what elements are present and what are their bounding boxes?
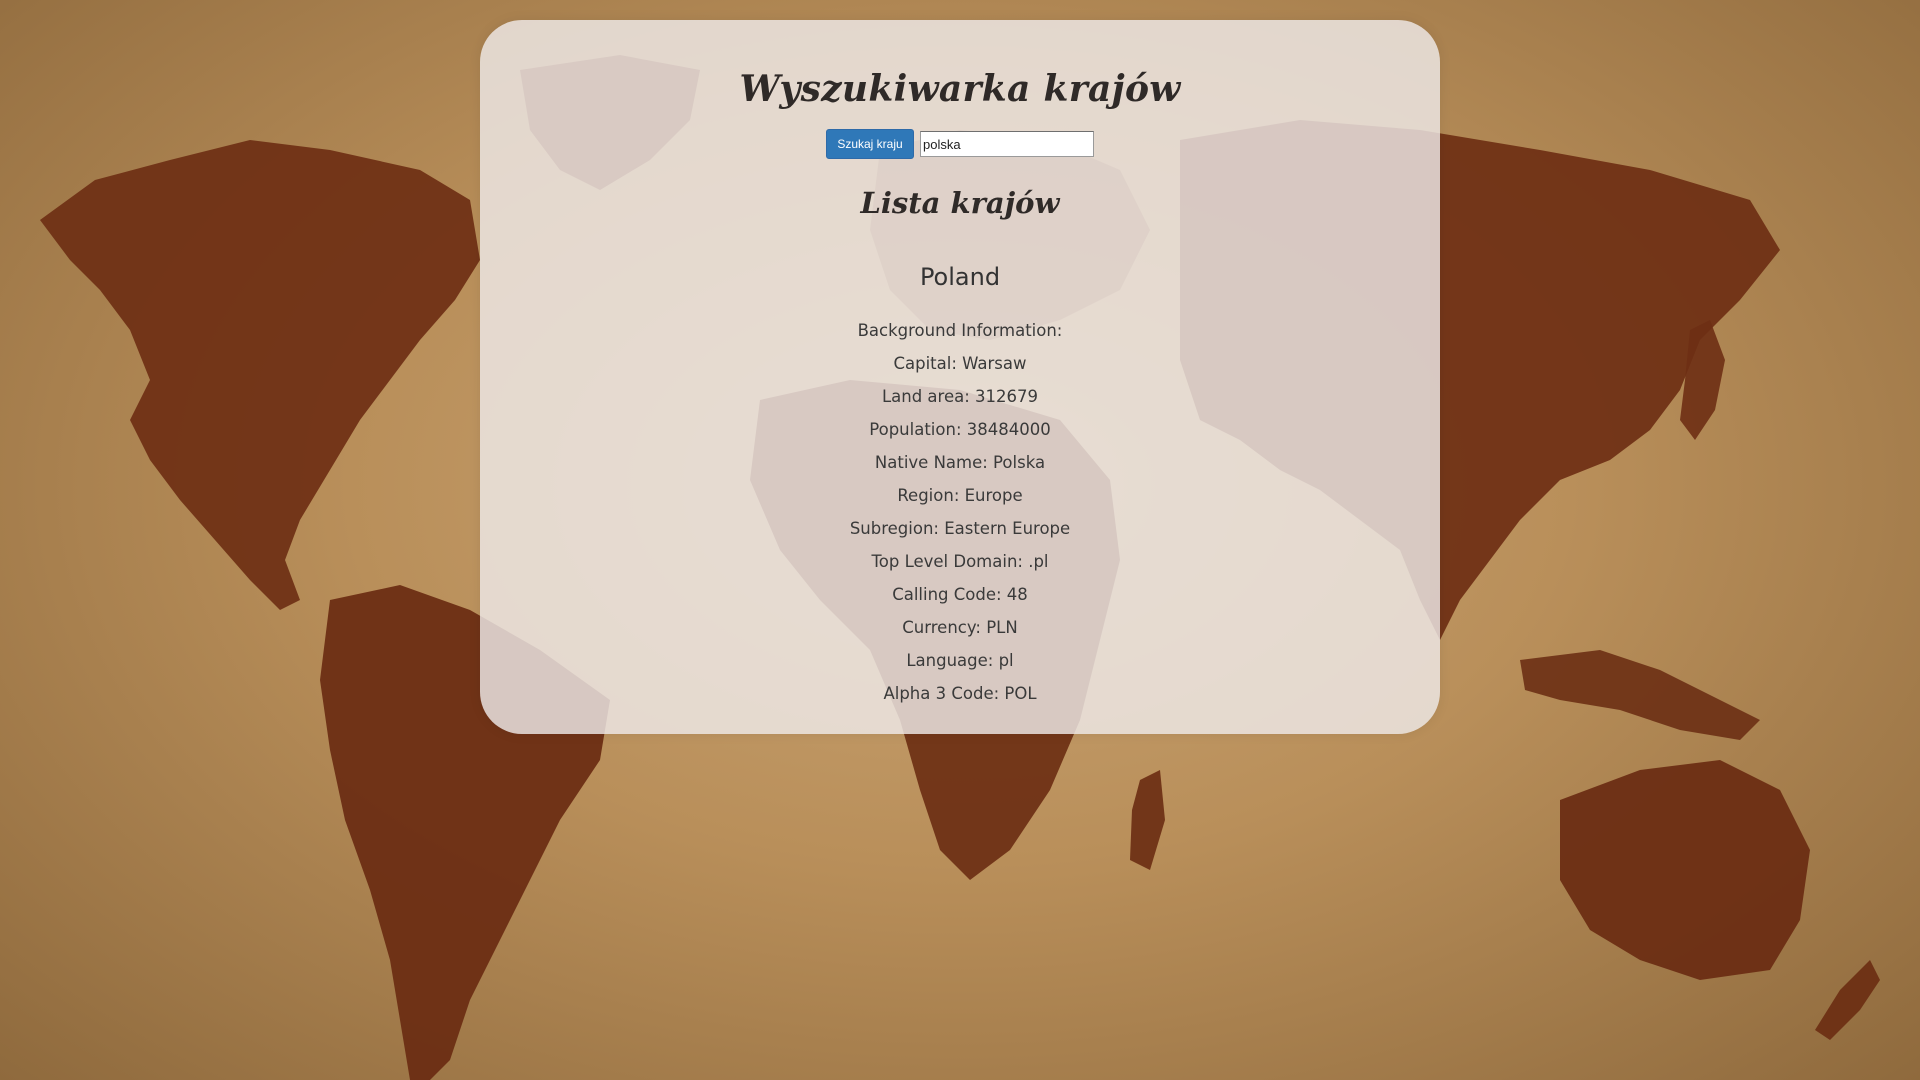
map-north-america (40, 140, 480, 610)
map-indonesia (1520, 650, 1760, 740)
detail-capital: Capital: Warsaw (893, 354, 1027, 373)
detail-top-level-domain: Top Level Domain: .pl (871, 552, 1049, 571)
country-search-input[interactable] (920, 131, 1094, 157)
detail-calling-code: Calling Code: 48 (892, 585, 1028, 604)
detail-currency: Currency: PLN (902, 618, 1018, 637)
detail-background-information: Background Information: (857, 321, 1063, 340)
page-title: Wyszukiwarka krajów (739, 68, 1181, 110)
country-details-list: Background Information: Capital: Warsaw … (480, 314, 1440, 710)
detail-alpha3-code: Alpha 3 Code: POL (883, 684, 1037, 703)
search-bar: Szukaj kraju (480, 129, 1440, 159)
detail-land-area: Land area: 312679 (881, 387, 1039, 406)
country-list-title: Lista krajów (860, 186, 1060, 220)
detail-native-name: Native Name: Polska (874, 453, 1046, 472)
detail-subregion: Subregion: Eastern Europe (849, 519, 1071, 538)
map-madagascar (1130, 770, 1165, 870)
detail-population: Population: 38484000 (869, 420, 1051, 439)
detail-language: Language: pl (906, 651, 1014, 670)
country-name: Poland (919, 263, 1001, 291)
map-australia (1560, 760, 1810, 980)
map-new-zealand (1815, 960, 1880, 1040)
search-panel: Wyszukiwarka krajów Szukaj kraju Lista k… (480, 20, 1440, 734)
detail-region: Region: Europe (897, 486, 1023, 505)
search-country-button[interactable]: Szukaj kraju (826, 129, 914, 159)
